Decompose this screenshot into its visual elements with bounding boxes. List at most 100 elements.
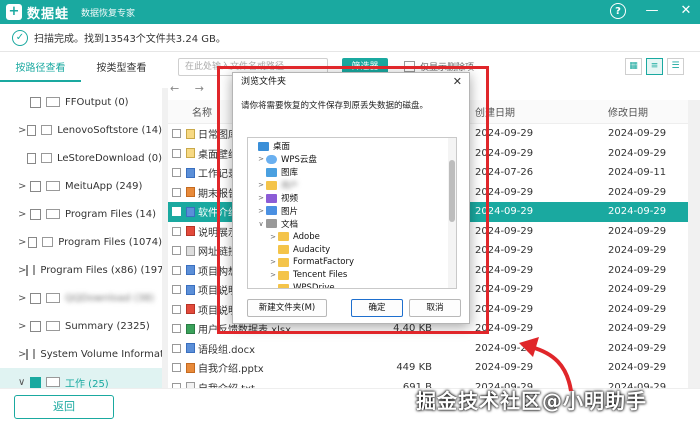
expand-arrow-icon[interactable]: > bbox=[18, 265, 26, 276]
tree-item[interactable]: > QQDownload (38) bbox=[0, 284, 162, 312]
row-checkbox[interactable] bbox=[172, 148, 181, 158]
tree-checkbox[interactable] bbox=[27, 152, 36, 164]
tree-item[interactable]: LeStoreDownload (0) bbox=[0, 144, 162, 172]
tree-item[interactable]: > System Volume Informati bbox=[0, 340, 162, 368]
row-checkbox[interactable] bbox=[172, 265, 181, 275]
tree-item[interactable]: > Program Files (x86) (1976 bbox=[0, 256, 162, 284]
dialog-tree-item[interactable]: > Adobe bbox=[248, 230, 456, 243]
list-view-icon[interactable]: ≡ bbox=[646, 58, 663, 75]
dialog-tree-item[interactable]: > WPS云盘 bbox=[248, 153, 456, 166]
tree-checkbox[interactable] bbox=[27, 236, 37, 248]
column-modified[interactable]: 修改日期 bbox=[608, 104, 648, 119]
row-checkbox[interactable] bbox=[172, 285, 181, 295]
dialog-expand-icon[interactable]: > bbox=[268, 271, 278, 279]
tree-item[interactable]: FFOutput (0) bbox=[0, 88, 162, 116]
row-checkbox[interactable] bbox=[172, 207, 181, 217]
dialog-expand-icon[interactable]: > bbox=[256, 155, 266, 163]
file-created: 2024-09-29 bbox=[475, 128, 534, 140]
cancel-button[interactable]: 取消 bbox=[409, 299, 461, 317]
dialog-close-icon[interactable]: ✕ bbox=[453, 73, 462, 91]
file-modified: 2024-09-29 bbox=[608, 264, 667, 276]
tree-checkbox[interactable] bbox=[30, 96, 41, 108]
row-checkbox[interactable] bbox=[172, 187, 181, 197]
row-checkbox[interactable] bbox=[172, 168, 181, 178]
dialog-scrollbar[interactable] bbox=[448, 138, 456, 288]
expand-arrow-icon[interactable]: > bbox=[18, 209, 30, 220]
folder-icon bbox=[46, 209, 60, 219]
expand-arrow-icon[interactable]: > bbox=[18, 349, 26, 360]
list-scrollbar[interactable] bbox=[688, 100, 700, 388]
dialog-tree-item[interactable]: 图库 bbox=[248, 166, 456, 179]
tree-checkbox[interactable] bbox=[30, 208, 41, 220]
column-created[interactable]: 创建日期 bbox=[475, 104, 515, 119]
tree-item-label: Summary (2325) bbox=[65, 320, 150, 332]
back-arrow-icon[interactable]: ← bbox=[170, 82, 179, 95]
help-icon[interactable]: ? bbox=[610, 3, 626, 19]
dialog-expand-icon[interactable]: ∨ bbox=[256, 220, 266, 228]
ppt-file-icon bbox=[186, 362, 195, 373]
expand-arrow-icon[interactable]: > bbox=[18, 125, 27, 136]
row-checkbox[interactable] bbox=[172, 129, 181, 139]
tab-by-path[interactable]: 按路径查看 bbox=[0, 58, 81, 82]
folder-file-icon bbox=[186, 148, 195, 159]
grid-view-icon[interactable]: ▦ bbox=[625, 58, 642, 75]
tree-checkbox[interactable] bbox=[26, 264, 29, 276]
dialog-tree-item[interactable]: > Tencent Files bbox=[248, 269, 456, 282]
close-icon[interactable]: ✕ bbox=[678, 3, 694, 19]
dialog-expand-icon[interactable]: > bbox=[256, 181, 266, 189]
minimize-icon[interactable]: — bbox=[644, 3, 660, 19]
dialog-tree-item[interactable]: > FormatFactory bbox=[248, 256, 456, 269]
expand-arrow-icon[interactable]: > bbox=[18, 293, 30, 304]
dialog-tree-item[interactable]: ∨ 文档 bbox=[248, 217, 456, 230]
back-button[interactable]: 返回 bbox=[14, 395, 114, 419]
dialog-expand-icon[interactable]: > bbox=[256, 207, 266, 215]
row-checkbox[interactable] bbox=[172, 324, 181, 334]
ok-button[interactable]: 确定 bbox=[351, 299, 403, 317]
tree-checkbox[interactable] bbox=[30, 376, 41, 388]
dialog-expand-icon[interactable]: > bbox=[268, 233, 278, 241]
tree-checkbox[interactable] bbox=[30, 292, 41, 304]
tree-item-selected[interactable]: ∨ 工作 (25) bbox=[0, 368, 162, 388]
dialog-tree-item[interactable]: > 视频 bbox=[248, 192, 456, 205]
expand-arrow-icon[interactable]: ∨ bbox=[18, 377, 30, 388]
dialog-tree-item[interactable]: Audacity bbox=[248, 243, 456, 256]
column-name[interactable]: 名称 bbox=[192, 104, 212, 119]
row-checkbox[interactable] bbox=[172, 304, 181, 314]
folder-icon bbox=[41, 237, 54, 247]
app-name: 数据蛙 bbox=[27, 6, 70, 22]
tree-item[interactable]: > Program Files (1074) bbox=[0, 228, 162, 256]
tree-checkbox[interactable] bbox=[30, 180, 41, 192]
row-checkbox[interactable] bbox=[172, 246, 181, 256]
new-folder-button[interactable]: 新建文件夹(M) bbox=[247, 299, 327, 317]
dialog-tree-item[interactable]: > 图片 bbox=[248, 204, 456, 217]
expand-arrow-icon[interactable]: > bbox=[18, 181, 30, 192]
dialog-scroll-thumb[interactable] bbox=[449, 160, 455, 222]
file-row[interactable]: 语段组.docx 2024-09-29 2024-09-29 bbox=[168, 339, 688, 359]
tree-item[interactable]: > MeituApp (249) bbox=[0, 172, 162, 200]
file-row[interactable]: 自我介绍.pptx 449 KB 2024-09-29 2024-09-29 bbox=[168, 358, 688, 378]
forward-arrow-icon[interactable]: → bbox=[195, 82, 204, 95]
expand-arrow-icon[interactable]: > bbox=[18, 237, 28, 248]
detail-view-icon[interactable]: ☰ bbox=[667, 58, 684, 75]
dialog-tree-item[interactable]: > 用户 bbox=[248, 179, 456, 192]
dialog-expand-icon[interactable]: > bbox=[268, 258, 278, 266]
tree-checkbox[interactable] bbox=[26, 348, 29, 360]
tab-by-type[interactable]: 按类型查看 bbox=[81, 58, 162, 82]
folder-icon bbox=[266, 180, 277, 190]
dialog-tree-label: Tencent Files bbox=[293, 270, 348, 281]
row-checkbox[interactable] bbox=[172, 343, 181, 353]
tree-checkbox[interactable] bbox=[30, 320, 41, 332]
dialog-expand-icon[interactable]: > bbox=[256, 194, 266, 202]
tree-item[interactable]: > Summary (2325) bbox=[0, 312, 162, 340]
dialog-message: 请你将需要恢复的文件保存到原丢失数据的磁盘。 bbox=[241, 101, 429, 111]
row-checkbox[interactable] bbox=[172, 226, 181, 236]
tree-item[interactable]: > LenovoSoftstore (14) bbox=[0, 116, 162, 144]
tree-item[interactable]: > Program Files (14) bbox=[0, 200, 162, 228]
dialog-tree-item[interactable]: 桌面 bbox=[248, 140, 456, 153]
show-deleted-checkbox[interactable] bbox=[404, 61, 415, 72]
tree-checkbox[interactable] bbox=[27, 124, 37, 136]
row-checkbox[interactable] bbox=[172, 363, 181, 373]
desktop-icon bbox=[258, 141, 269, 151]
dialog-tree-item[interactable]: WPSDrive bbox=[248, 282, 456, 288]
expand-arrow-icon[interactable]: > bbox=[18, 321, 30, 332]
